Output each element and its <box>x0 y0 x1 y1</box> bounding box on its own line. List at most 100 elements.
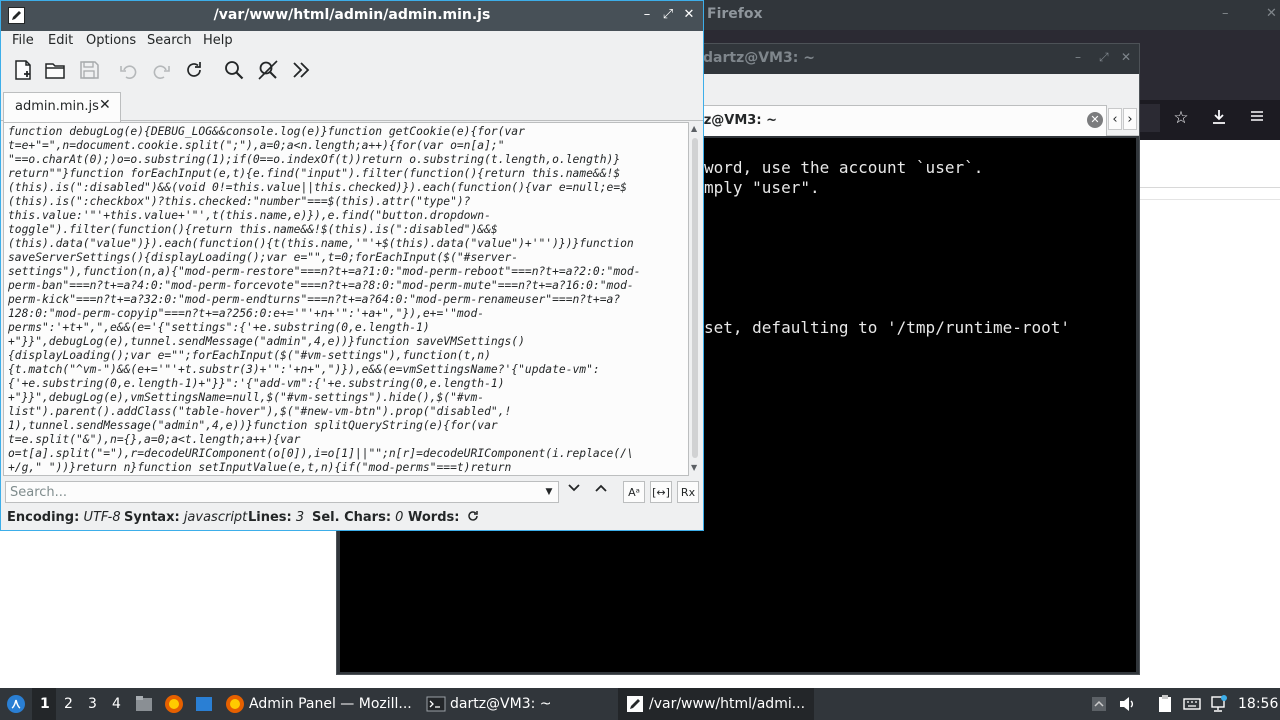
task-editor[interactable]: /var/www/html/admi... <box>649 696 805 712</box>
file-manager-icon[interactable] <box>134 694 154 714</box>
terminal-minimize-button[interactable]: – <box>1075 50 1081 64</box>
code-line: {t.match("^vm-")&&(e+='"'+t.substr(3)+'"… <box>8 363 600 376</box>
firefox-page-divider <box>1140 199 1280 200</box>
code-line: {'+e.substring(0,e.length-1)+"}}":'{"add… <box>8 377 505 390</box>
find-next-icon[interactable] <box>563 481 585 503</box>
editor-window-title: /var/www/html/admin/admin.min.js <box>213 7 491 23</box>
code-line: t=e+"=",n=document.cookie.split(";"),a=0… <box>8 139 505 152</box>
open-folder-icon[interactable] <box>42 57 68 83</box>
find-icon[interactable] <box>221 57 247 83</box>
code-line: toggle").filter(function(){return this.n… <box>8 223 498 236</box>
task-terminal[interactable]: dartz@VM3: ~ <box>450 696 552 712</box>
status-sel-chars: Sel. Chars: 0 <box>312 510 404 525</box>
keyboard-icon[interactable] <box>1182 694 1202 714</box>
tab-scroll-right-button[interactable]: › <box>1123 108 1137 130</box>
code-line: +"}}",debugLog(e),tunnel.sendMessage("ad… <box>8 335 525 348</box>
editor-titlebar: /var/www/html/admin/admin.min.js – ⤢ ✕ <box>1 1 703 31</box>
workspace-3[interactable]: 3 <box>88 696 97 712</box>
code-line: +"}}",debugLog(e),vmSettingsName=null,$(… <box>8 391 485 404</box>
redo-icon[interactable] <box>148 57 174 83</box>
undo-icon[interactable] <box>116 57 142 83</box>
clock[interactable]: 18:56 <box>1238 696 1278 712</box>
firefox-close-button[interactable]: ✕ <box>1266 6 1277 21</box>
terminal-maximize-button[interactable]: ⤢ <box>1099 50 1109 65</box>
firefox-window-title: Firefox <box>707 6 763 22</box>
code-line: o=t[a].split("="),r=decodeURIComponent(o… <box>8 447 634 460</box>
menu-edit[interactable]: Edit <box>48 33 73 48</box>
text-editor-icon <box>625 694 645 714</box>
tray-up-icon[interactable] <box>1089 694 1109 714</box>
search-input[interactable] <box>5 481 559 503</box>
code-line: saveServerSettings(){displayLoading();va… <box>8 251 519 264</box>
code-line: 128:0:"mod-perm-copyip"===n?t+=a?256:0:e… <box>8 307 485 320</box>
firefox-launcher-icon[interactable] <box>164 694 184 714</box>
code-line: function debugLog(e){DEBUG_LOG&&console.… <box>8 125 525 138</box>
task-firefox[interactable]: Admin Panel — Mozill... <box>249 696 412 712</box>
volume-icon[interactable] <box>1117 694 1137 714</box>
workspace-4[interactable]: 4 <box>112 696 121 712</box>
menu-file[interactable]: File <box>12 33 34 48</box>
scrollbar-thumb[interactable] <box>692 138 698 458</box>
search-history-dropdown-icon[interactable]: ▼ <box>539 482 559 502</box>
new-file-icon[interactable] <box>10 57 36 83</box>
terminal-close-button[interactable]: ✕ <box>1121 50 1131 64</box>
editor-menubar: File Edit Options Search Help <box>1 31 703 53</box>
document-tab[interactable]: admin.min.js ✕ <box>3 92 121 122</box>
firefox-page-divider <box>1140 187 1280 188</box>
more-tools-icon[interactable] <box>288 57 314 83</box>
workspace-2[interactable]: 2 <box>64 696 73 712</box>
match-case-icon[interactable]: Aᵃ <box>623 481 645 503</box>
terminal-line: mply "user". <box>704 178 820 197</box>
terminal-line: word, use the account `user`. <box>704 158 984 177</box>
status-lines: Lines: 3 <box>248 510 305 525</box>
menu-options[interactable]: Options <box>86 33 136 48</box>
document-tab-label: admin.min.js <box>15 99 99 114</box>
reload-icon[interactable] <box>181 57 207 83</box>
vertical-scrollbar[interactable]: ▲ ▼ <box>689 122 702 476</box>
search-bar: ▼ Aᵃ [↔] Rx <box>1 478 703 506</box>
status-words: Words: <box>408 510 460 525</box>
clipboard-icon[interactable] <box>1155 694 1175 714</box>
whole-word-icon[interactable]: [↔] <box>650 481 672 503</box>
maximize-button[interactable]: ⤢ <box>660 7 676 22</box>
minimize-button[interactable]: – <box>639 7 655 22</box>
terminal-icon <box>426 694 446 714</box>
close-tab-icon[interactable]: ✕ <box>1087 112 1103 128</box>
scroll-down-icon[interactable]: ▼ <box>691 463 697 472</box>
code-line: perm-ban"===n?t+=a?4:0:"mod-perm-forcevo… <box>8 279 634 292</box>
bookmark-star-icon[interactable]: ☆ <box>1168 108 1194 128</box>
code-line: (this).is(":disabled")&&(void 0!=this.va… <box>8 181 627 194</box>
workspace-1[interactable]: 1 <box>40 696 50 712</box>
code-line: (this).is(":checkbox")?this.checked:"num… <box>8 195 471 208</box>
code-editor-area[interactable]: function debugLog(e){DEBUG_LOG&&console.… <box>3 122 689 476</box>
status-syntax[interactable]: Syntax: javascript <box>124 510 247 525</box>
scroll-up-icon[interactable]: ▲ <box>691 124 697 133</box>
menu-search[interactable]: Search <box>147 33 192 48</box>
code-line: settings"),function(n,a){"mod-perm-resto… <box>8 265 641 278</box>
terminal-line: set, defaulting to '/tmp/runtime-root' <box>704 318 1071 337</box>
app-menu-icon[interactable] <box>6 694 26 714</box>
find-previous-icon[interactable] <box>590 481 612 503</box>
save-icon[interactable] <box>76 57 102 83</box>
regex-icon[interactable]: Rx <box>677 481 699 503</box>
taskbar: 1 2 3 4 Admin Panel — Mozill... dartz@VM… <box>0 688 1280 720</box>
firefox-minimize-button[interactable]: – <box>1222 6 1229 21</box>
hamburger-menu-icon[interactable] <box>1244 108 1270 129</box>
downloads-icon[interactable] <box>1206 108 1232 131</box>
find-replace-icon[interactable] <box>255 57 281 83</box>
network-icon[interactable] <box>1208 694 1228 714</box>
code-line: "==o.charAt(0);)o=o.substring(1);if(0==o… <box>8 153 621 166</box>
firefox-url-bar[interactable] <box>1140 104 1160 132</box>
editor-toolbar <box>1 53 703 89</box>
status-encoding: Encoding: UTF-8 <box>7 510 121 525</box>
show-desktop-icon[interactable] <box>194 694 214 714</box>
close-button[interactable]: ✕ <box>681 7 697 22</box>
code-line: list").parent().addClass("table-hover"),… <box>8 405 512 418</box>
code-line: +/g," "))}return n}function setInputValu… <box>8 461 512 474</box>
code-line: (this).data("value")}).each(function(){t… <box>8 237 634 250</box>
tab-scroll-left-button[interactable]: ‹ <box>1108 108 1122 130</box>
menu-help[interactable]: Help <box>203 33 233 48</box>
close-tab-icon[interactable]: ✕ <box>99 97 111 113</box>
refresh-word-count-icon[interactable] <box>466 509 480 527</box>
text-editor-window: /var/www/html/admin/admin.min.js – ⤢ ✕ F… <box>0 0 704 531</box>
